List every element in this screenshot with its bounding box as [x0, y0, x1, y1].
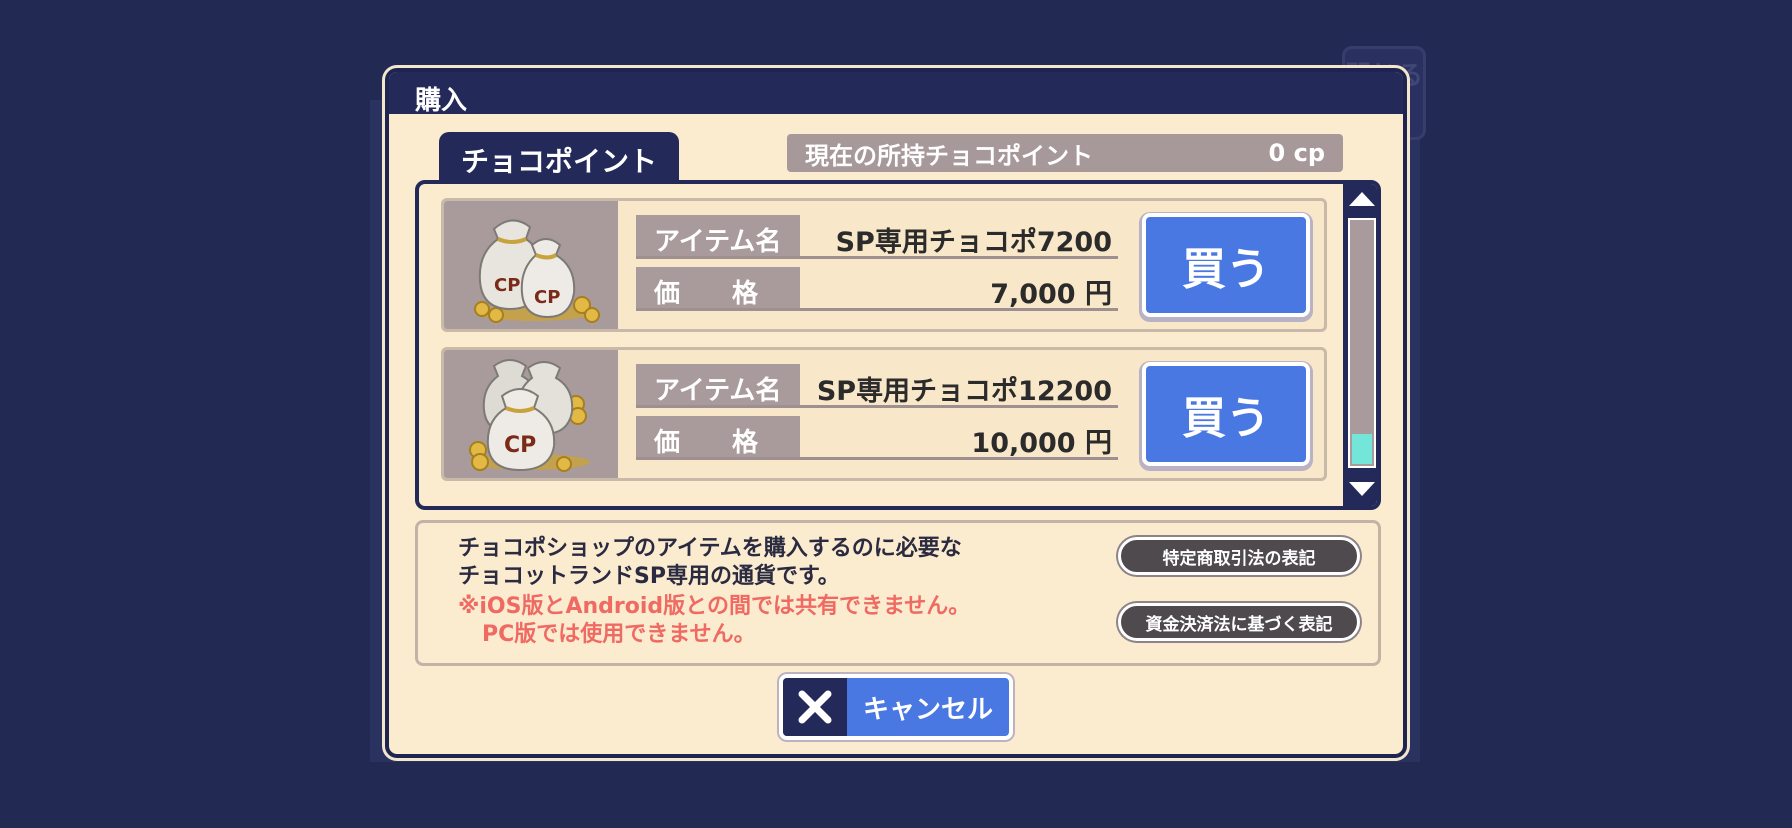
cancel-label: キャンセル [862, 694, 993, 725]
item-price-label: 価 格 [636, 416, 800, 458]
payment-services-act-button[interactable]: 資金決済法に基づく表記 [1118, 603, 1360, 641]
item-name-value: SP専用チョコポ7200 [835, 227, 1112, 258]
bag-label: CP [534, 287, 560, 308]
item-price-field: 価 格 10,000 円 [636, 416, 1118, 460]
coin-bags-icon: CP CP [444, 201, 618, 329]
item-name-label: アイテム名 [636, 364, 800, 406]
item-name-field: アイテム名 SP専用チョコポ12200 [636, 364, 1118, 408]
cancel-button[interactable]: キャンセル [779, 674, 1013, 740]
item-name-field: アイテム名 SP専用チョコポ7200 [636, 215, 1118, 259]
currency-description: チョコポショップのアイテムを購入するのに必要な チョコットランドSP専用の通貨で… [458, 535, 962, 591]
warning-line-2: PC版では使用できません。 [482, 622, 756, 647]
scroll-down-arrow-icon[interactable] [1349, 482, 1375, 496]
bag-label: CP [504, 433, 536, 458]
buy-button[interactable]: 買う [1142, 362, 1310, 466]
close-x-icon [783, 678, 847, 736]
current-points-label: 現在の所持チョコポイント [805, 141, 1093, 170]
item-price-label: 価 格 [636, 267, 800, 309]
list-item: CP CP アイテム名 SP専用チョコポ7200 価 格 7,000 円 買う [441, 198, 1327, 332]
list-item: CP アイテム名 SP専用チョコポ12200 価 格 10,000 円 買う [441, 347, 1327, 481]
scroll-thumb[interactable] [1352, 434, 1372, 464]
description-line-2: チョコットランドSP専用の通貨です。 [458, 564, 840, 589]
description-line-1: チョコポショップのアイテムを購入するのに必要な [458, 536, 962, 561]
scrollbar[interactable] [1343, 184, 1377, 506]
bag-label: CP [494, 275, 520, 296]
item-price-value: 7,000 円 [990, 279, 1112, 310]
item-price-value: 10,000 円 [971, 428, 1112, 459]
buy-button[interactable]: 買う [1142, 213, 1310, 317]
commercial-transactions-act-button[interactable]: 特定商取引法の表記 [1118, 537, 1360, 575]
current-points-value: 0 cp [1268, 139, 1325, 167]
item-name-label: アイテム名 [636, 215, 800, 257]
purchase-dialog: 購入 チョコポイント 現在の所持チョコポイント 0 cp CP CP アイテム名… [385, 68, 1407, 758]
coin-bags-icon: CP [444, 350, 618, 478]
scroll-track[interactable] [1348, 218, 1376, 468]
info-box: チョコポショップのアイテムを購入するのに必要な チョコットランドSP専用の通貨で… [415, 520, 1381, 666]
tab-choco-points[interactable]: チョコポイント [439, 132, 679, 182]
item-name-value: SP専用チョコポ12200 [816, 376, 1112, 407]
dialog-title: 購入 [389, 72, 1403, 116]
current-points-bar: 現在の所持チョコポイント 0 cp [787, 134, 1343, 172]
item-list[interactable]: CP CP アイテム名 SP専用チョコポ7200 価 格 7,000 円 買う [415, 180, 1381, 510]
item-price-field: 価 格 7,000 円 [636, 267, 1118, 311]
platform-warning: ※iOS版とAndroid版との間では共有できません。 PC版では使用できません… [458, 593, 970, 649]
scroll-up-arrow-icon[interactable] [1349, 192, 1375, 206]
warning-line-1: ※iOS版とAndroid版との間では共有できません。 [458, 594, 971, 619]
